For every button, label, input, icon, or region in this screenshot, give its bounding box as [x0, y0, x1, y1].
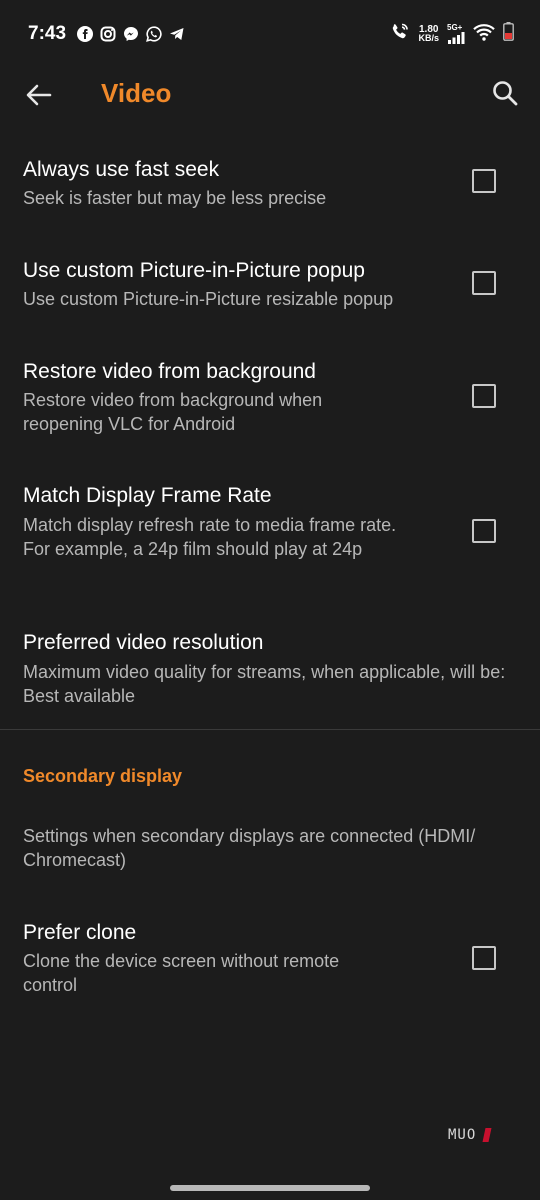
pref-restore-video-from-background[interactable]: Restore video from background Restore vi… [0, 352, 540, 462]
messenger-icon [122, 26, 139, 43]
network-type-label: 5G+ [447, 23, 463, 32]
pref-summary: Clone the device screen without remote c… [23, 951, 340, 995]
signal-bars-icon [448, 32, 465, 44]
pref-summary: Restore video from background when reope… [23, 390, 323, 434]
pref-summary: Seek is faster but may be less precise [23, 188, 327, 208]
prefer-clone-checkbox[interactable] [472, 946, 496, 970]
wifi-calling-icon [390, 22, 410, 47]
pref-title: Use custom Picture-in-Picture popup [23, 259, 365, 282]
match-frame-rate-checkbox[interactable] [472, 519, 496, 543]
watermark-logo: MUO [448, 1127, 477, 1143]
battery-icon [503, 22, 514, 46]
pref-summary: Use custom Picture-in-Picture resizable … [23, 289, 394, 309]
arrow-left-icon [26, 84, 52, 106]
gesture-nav-handle[interactable] [170, 1185, 370, 1191]
whatsapp-icon [145, 26, 162, 43]
back-button[interactable] [24, 80, 54, 110]
custom-pip-checkbox[interactable] [472, 271, 496, 295]
secondary-display-info-text: Settings when secondary displays are con… [23, 826, 476, 870]
section-divider [0, 729, 540, 730]
watermark-accent [482, 1128, 492, 1142]
pref-title: Prefer clone [23, 921, 137, 944]
pref-summary: Match display refresh rate to media fram… [23, 515, 397, 559]
fast-seek-checkbox[interactable] [472, 169, 496, 193]
network-speed-unit: KB/s [418, 33, 439, 43]
status-left: 7:43 [28, 23, 185, 45]
search-button[interactable] [490, 78, 520, 108]
pref-always-use-fast-seek[interactable]: Always use fast seek Seek is faster but … [0, 150, 540, 235]
cellular-signal: 5G+ [447, 24, 465, 44]
page-title: Video [101, 78, 172, 108]
wifi-icon [473, 23, 495, 46]
pref-title: Preferred video resolution [23, 631, 264, 654]
secondary-display-info: Settings when secondary displays are con… [0, 816, 540, 886]
pref-title: Always use fast seek [23, 158, 220, 181]
status-clock: 7:43 [28, 23, 67, 44]
pref-title: Match Display Frame Rate [23, 484, 272, 507]
pref-summary: Maximum video quality for streams, when … [23, 662, 506, 706]
instagram-icon [99, 26, 116, 43]
app-toolbar: Video [0, 68, 540, 120]
pref-preferred-video-resolution[interactable]: Preferred video resolution Maximum video… [0, 623, 540, 718]
pref-prefer-clone[interactable]: Prefer clone Clone the device screen wit… [0, 913, 540, 1008]
category-secondary-display: Secondary display [23, 766, 183, 786]
status-right: 1.80 KB/s 5G+ [390, 22, 514, 47]
status-bar: 7:43 1.80 KB/s 5G+ [0, 0, 540, 68]
restore-video-checkbox[interactable] [472, 384, 496, 408]
pref-title: Restore video from background [23, 360, 316, 383]
pref-match-display-frame-rate[interactable]: Match Display Frame Rate Match display r… [0, 476, 540, 606]
facebook-icon [76, 26, 93, 43]
network-speed: 1.80 KB/s [418, 25, 439, 43]
telegram-icon [168, 26, 185, 43]
pref-custom-pip-popup[interactable]: Use custom Picture-in-Picture popup Use … [0, 251, 540, 336]
search-icon [493, 81, 518, 106]
